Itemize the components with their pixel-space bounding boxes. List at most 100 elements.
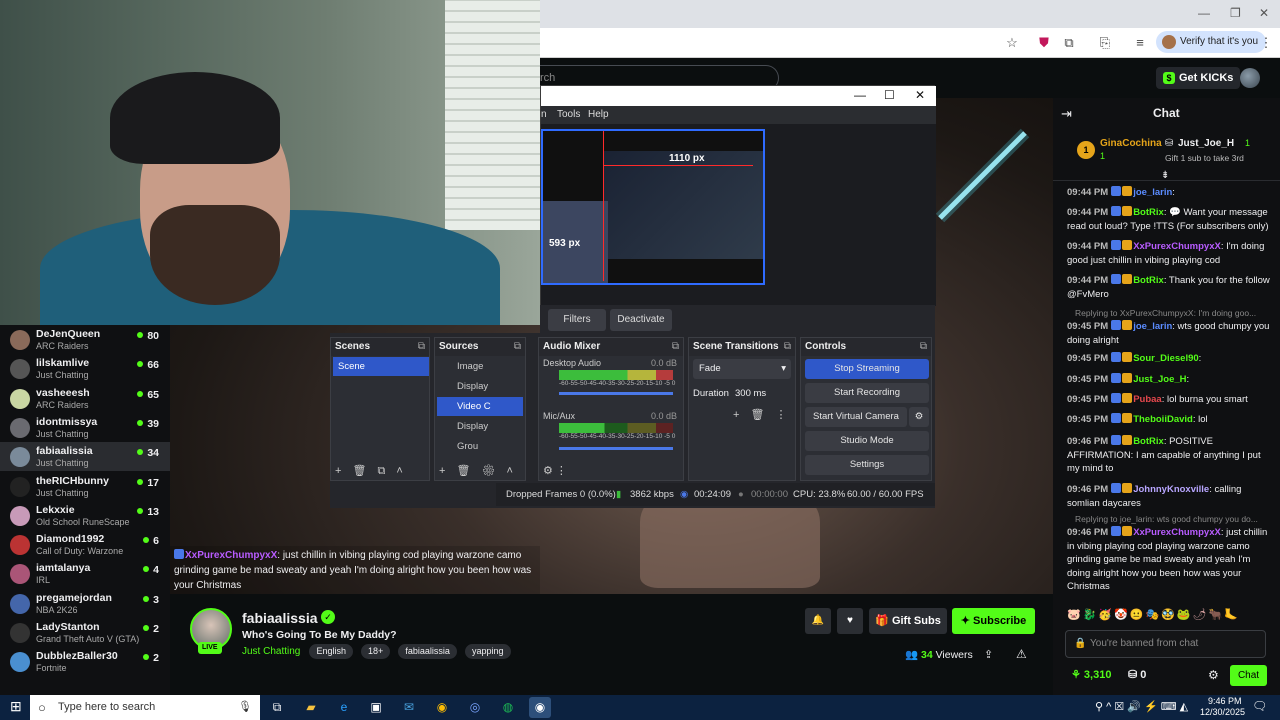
dock-icon[interactable]: ⧉	[514, 338, 521, 356]
chat-username[interactable]: XxPurexChumpyxX	[1133, 241, 1221, 252]
report-icon[interactable]: ⚠	[1016, 647, 1027, 661]
system-tray-icons[interactable]: ⚲ ^ ☒ 🔊 ⚡ ⌨ ◭	[1095, 700, 1188, 713]
reply-context[interactable]: Replying to joe_larin: wts good chumpy y…	[1075, 514, 1275, 524]
chat-username[interactable]: joe_larin	[1133, 187, 1172, 198]
screen-capture-icon[interactable]: ⎘	[1097, 35, 1113, 51]
sidebar-channel-item[interactable]: Diamond1992 Call of Duty: Warzone 6	[0, 530, 170, 559]
chat-username[interactable]: BotRix	[1133, 207, 1164, 218]
task-view-icon[interactable]: ⧉	[266, 697, 288, 718]
sidebar-channel-item[interactable]: lilskamlive Just Chatting 66	[0, 354, 170, 383]
transition-select[interactable]: Fade ▾	[693, 359, 791, 379]
windows-start-icon[interactable]: ⊞	[10, 698, 22, 715]
sidebar-channel-item[interactable]: theRICHbunny Just Chatting 17	[0, 472, 170, 501]
tag[interactable]: yapping	[464, 644, 511, 659]
spotify-icon[interactable]: ◍	[497, 697, 519, 718]
store-icon[interactable]: ▣	[365, 697, 387, 718]
chat-username[interactable]: XxPurexChumpyxX	[1133, 527, 1221, 538]
source-display-2[interactable]: Display	[437, 417, 523, 436]
gifter-1-name[interactable]: GinaCochina	[1100, 138, 1162, 149]
chat-send-button[interactable]: Chat	[1230, 665, 1267, 686]
share-icon[interactable]: ⇪	[984, 648, 993, 661]
playlist-icon[interactable]: ≡	[1132, 35, 1148, 51]
chat-username[interactable]: Pubaa	[1133, 394, 1162, 405]
chat-settings-icon[interactable]: ⚙	[1208, 668, 1219, 682]
scenes-toolbar[interactable]: + 🗑 ⧉ ˄	[335, 464, 403, 478]
start-virtual-camera-button[interactable]: Start Virtual Camera	[805, 407, 907, 427]
sidebar-channel-item[interactable]: vasheeesh ARC Raiders 65	[0, 384, 170, 413]
chat-username[interactable]: BotRix	[1133, 436, 1164, 447]
tag[interactable]: 18+	[361, 644, 391, 659]
chat-username[interactable]: TheboiiDavid	[1133, 414, 1193, 425]
obs-menu-tools[interactable]: Tools	[557, 109, 580, 120]
mic-volume-slider[interactable]	[559, 447, 673, 450]
chat-username[interactable]: Just_Joe_H	[1133, 374, 1186, 385]
extensions-icon[interactable]: ⧉	[1061, 35, 1077, 51]
sidebar-channel-item[interactable]: iamtalanya IRL 4	[0, 559, 170, 588]
source-video-capture[interactable]: Video C	[437, 397, 523, 416]
clock-time[interactable]: 9:46 PM	[1208, 696, 1242, 706]
sources-toolbar[interactable]: + 🗑 ⚙ ˄	[439, 464, 513, 477]
sidebar-channel-item[interactable]: fabiaalissia Just Chatting 34	[0, 442, 170, 472]
tag[interactable]: English	[309, 644, 353, 659]
taskbar-search-input[interactable]: ○ Type here to search 🎙	[30, 695, 260, 720]
obs-studio-icon[interactable]: ◉	[529, 697, 551, 718]
sidebar-channel-item[interactable]: Lekxxie Old School RuneScape 13	[0, 501, 170, 530]
chrome-icon[interactable]: ◉	[431, 697, 453, 718]
notification-bell-icon[interactable]: 🔔	[805, 608, 831, 634]
transitions-toolbar[interactable]: + 🗑 ⋮	[733, 408, 787, 421]
source-display[interactable]: Display	[437, 377, 523, 396]
chat-input[interactable]: 🔒 You're banned from chat	[1065, 630, 1266, 658]
scene-item[interactable]: Scene	[333, 357, 429, 376]
inventory-count[interactable]: ⛁ 0	[1128, 668, 1146, 681]
tag[interactable]: fabiaalissia	[398, 644, 457, 659]
desktop-volume-slider[interactable]	[559, 392, 673, 395]
gift-subs-button[interactable]: 🎁 Gift Subs	[869, 608, 947, 634]
user-avatar[interactable]	[1240, 68, 1260, 88]
sidebar-channel-item[interactable]: DubblezBaller30 Fortnite 2	[0, 647, 170, 676]
chat-username[interactable]: BotRix	[1133, 275, 1164, 286]
studio-mode-button[interactable]: Studio Mode	[805, 431, 929, 451]
bookmark-star-icon[interactable]: ☆	[1004, 35, 1020, 51]
dock-icon[interactable]: ⧉	[418, 338, 425, 356]
audio-mixer-toolbar[interactable]: ⚙ ⋮	[543, 464, 567, 477]
follow-heart-icon[interactable]: ♥	[837, 608, 863, 634]
settings-button[interactable]: Settings	[805, 455, 929, 475]
dock-icon[interactable]: ⧉	[784, 338, 791, 356]
deactivate-button[interactable]: Deactivate	[610, 309, 672, 331]
get-kicks-button[interactable]: $ Get KICKs	[1156, 67, 1241, 89]
restore-icon[interactable]: ❐	[1230, 6, 1241, 20]
dock-icon[interactable]: ⧉	[672, 338, 679, 356]
mail-icon[interactable]: ✉	[398, 697, 420, 718]
minimize-icon[interactable]: —	[1198, 6, 1210, 20]
obs-close-icon[interactable]: ✕	[915, 88, 925, 102]
source-image[interactable]: Image	[437, 357, 523, 376]
edge-browser-icon[interactable]: e	[333, 697, 355, 718]
clock-date[interactable]: 12/30/2025	[1200, 707, 1245, 717]
obs-app-icon[interactable]: ◎	[464, 697, 486, 718]
file-explorer-icon[interactable]: ▰	[300, 697, 322, 718]
start-recording-button[interactable]: Start Recording	[805, 383, 929, 403]
duration-input[interactable]: 300 ms	[731, 384, 787, 404]
obs-menu-help[interactable]: Help	[588, 109, 609, 120]
obs-minimize-icon[interactable]: —	[854, 88, 866, 102]
browser-menu-icon[interactable]: ⋮	[1258, 35, 1274, 51]
dock-icon[interactable]: ⧉	[920, 338, 927, 356]
sidebar-channel-item[interactable]: LadyStanton Grand Theft Auto V (GTA) 2	[0, 618, 170, 647]
channel-name[interactable]: fabiaalissia	[242, 610, 318, 626]
stream-category[interactable]: Just Chatting	[242, 646, 300, 657]
chat-username[interactable]: Sour_Diesel90	[1133, 353, 1198, 364]
collapse-chat-icon[interactable]: ⇥	[1061, 106, 1072, 122]
chat-username[interactable]: joe_larin	[1133, 321, 1172, 332]
obs-preview-canvas[interactable]: 1110 px 593 px	[541, 129, 765, 285]
reply-context[interactable]: Replying to XxPurexChumpyxX: I'm doing g…	[1075, 308, 1275, 318]
close-icon[interactable]: ✕	[1259, 6, 1269, 20]
obs-menu-item[interactable]: n	[541, 109, 547, 120]
kicks-balance[interactable]: ⚘ 3,310	[1071, 668, 1111, 681]
virtual-camera-settings-icon[interactable]: ⚙	[909, 407, 929, 427]
verify-identity-button[interactable]: Verify that it's you	[1156, 31, 1267, 53]
sidebar-channel-item[interactable]: DeJenQueen ARC Raiders 80	[0, 325, 170, 354]
source-group[interactable]: Grou	[437, 437, 523, 456]
filters-button[interactable]: Filters	[548, 309, 606, 331]
extension-shield-icon[interactable]: ⛊	[1036, 35, 1052, 51]
sidebar-channel-item[interactable]: idontmissya Just Chatting 39	[0, 413, 170, 442]
